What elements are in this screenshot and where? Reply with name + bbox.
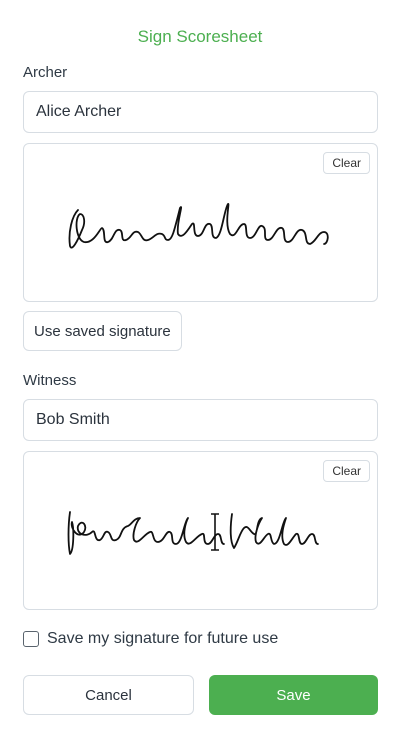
save-signature-label[interactable]: Save my signature for future use <box>47 630 278 648</box>
dialog-title: Sign Scoresheet <box>137 27 263 46</box>
text-cursor-icon <box>211 513 219 551</box>
use-saved-signature-button[interactable]: Use saved signature <box>23 311 182 351</box>
save-button[interactable]: Save <box>209 675 378 715</box>
sign-scoresheet-dialog: Sign Scoresheet Archer Clear Use saved s… <box>0 0 400 738</box>
archer-name-input[interactable] <box>23 91 378 133</box>
archer-signature-pad[interactable]: Clear <box>23 143 378 302</box>
save-signature-row[interactable]: Save my signature for future use <box>23 630 278 648</box>
cancel-button[interactable]: Cancel <box>23 675 194 715</box>
witness-signature-pad[interactable]: Clear <box>23 451 378 610</box>
archer-clear-button[interactable]: Clear <box>323 152 370 174</box>
archer-label: Archer <box>23 64 68 81</box>
save-signature-checkbox[interactable] <box>23 631 39 647</box>
witness-name-input[interactable] <box>23 399 378 441</box>
witness-label: Witness <box>23 372 77 389</box>
witness-clear-button[interactable]: Clear <box>323 460 370 482</box>
